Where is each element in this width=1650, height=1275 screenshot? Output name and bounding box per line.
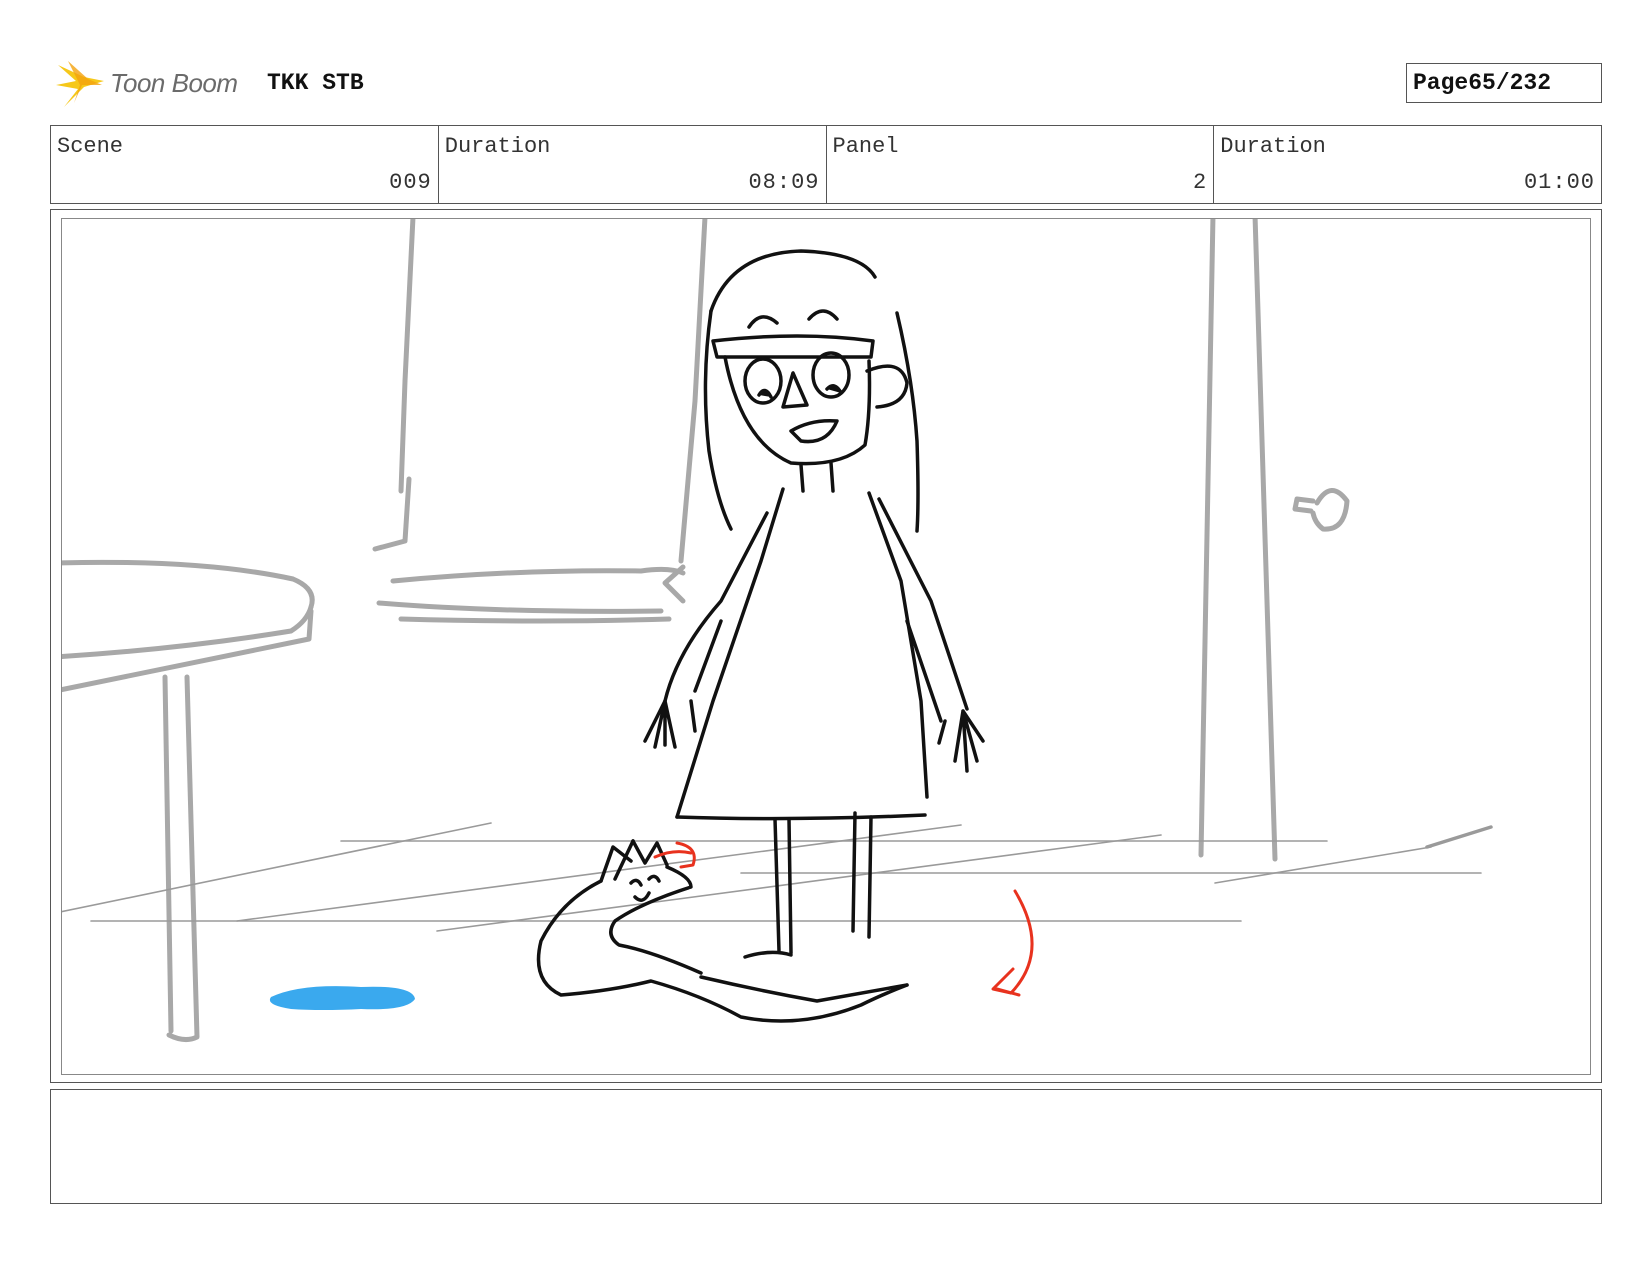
scene-value: 009 xyxy=(389,170,432,195)
panel-info-table: Scene 009 Duration 08:09 Panel 2 Duratio… xyxy=(50,125,1602,204)
panel-notes xyxy=(50,1089,1602,1204)
page-number: 65/232 xyxy=(1468,70,1552,96)
panel-duration-cell: Duration 01:00 xyxy=(1214,126,1601,203)
starburst-icon xyxy=(56,61,104,107)
scene-duration-label: Duration xyxy=(444,134,551,159)
panel-frame xyxy=(50,209,1602,1083)
panel-image-area xyxy=(61,218,1591,1075)
motion-arrows xyxy=(653,841,1034,997)
panel-duration-value: 01:00 xyxy=(1523,170,1595,195)
toon-boom-logo: Toon Boom xyxy=(54,59,254,111)
panel-cell: Panel 2 xyxy=(827,126,1215,203)
water-puddle xyxy=(269,986,415,1010)
scene-duration-cell: Duration 08:09 xyxy=(439,126,827,203)
scene-label: Scene xyxy=(57,134,124,159)
panel-duration-label: Duration xyxy=(1220,134,1326,159)
page-indicator: Page 65/232 xyxy=(1406,63,1602,103)
scene-duration-value: 08:09 xyxy=(748,170,820,195)
background-layer xyxy=(62,219,1350,1043)
panel-label: Panel xyxy=(832,134,899,159)
page-label: Page xyxy=(1413,70,1469,96)
scene-cell: Scene 009 xyxy=(51,126,439,203)
storyboard-sketch xyxy=(62,219,1493,1043)
project-title: TKK STB xyxy=(267,70,364,96)
logo-text: Toon Boom xyxy=(110,68,238,98)
panel-value: 2 xyxy=(1193,170,1208,195)
storyboard-header: Toon Boom TKK STB Page 65/232 xyxy=(50,55,1602,115)
